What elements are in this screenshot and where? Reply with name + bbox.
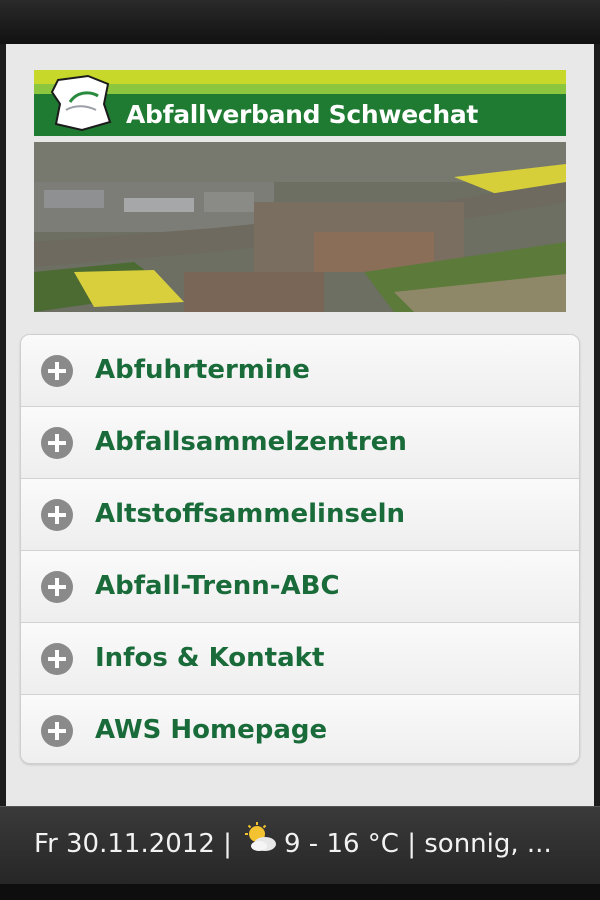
expand-plus-icon <box>41 715 73 747</box>
menu-item-label: Altstoffsammelinseln <box>95 499 405 529</box>
sun-cloud-icon <box>245 822 276 851</box>
expand-plus-icon <box>41 571 73 603</box>
menu-item-label: Infos & Kontakt <box>95 643 325 673</box>
menu-item-label: Abfallsammelzentren <box>95 427 407 457</box>
menu-item-abfall-trenn-abc[interactable]: Abfall-Trenn-ABC <box>21 551 579 623</box>
menu-item-label: Abfuhrtermine <box>95 355 310 385</box>
header-photo <box>34 142 566 312</box>
expand-plus-icon <box>41 427 73 459</box>
footer-separator: | <box>223 829 232 859</box>
status-bar <box>0 0 600 44</box>
expand-plus-icon <box>41 355 73 387</box>
weather-footer: Fr 30.11.2012 | 9 - 16 °C | sonnig, ... <box>0 806 600 885</box>
date-text: Fr 30.11.2012 <box>34 829 215 859</box>
page-content: Abfallverband Schwechat Abfuhrtermine Ab… <box>6 44 594 806</box>
header-banner: Abfallverband Schwechat <box>34 70 566 136</box>
main-menu: Abfuhrtermine Abfallsammelzentren Altsto… <box>20 334 580 764</box>
menu-item-label: Abfall-Trenn-ABC <box>95 571 340 601</box>
menu-item-abfuhrtermine[interactable]: Abfuhrtermine <box>21 335 579 407</box>
expand-plus-icon <box>41 643 73 675</box>
expand-plus-icon <box>41 499 73 531</box>
menu-item-abfallsammelzentren[interactable]: Abfallsammelzentren <box>21 407 579 479</box>
menu-item-altstoffsammelinseln[interactable]: Altstoffsammelinseln <box>21 479 579 551</box>
footer-date: Fr 30.11.2012 | <box>34 829 232 859</box>
logo-icon <box>50 74 112 132</box>
app-title: Abfallverband Schwechat <box>126 100 479 129</box>
menu-item-aws-homepage[interactable]: AWS Homepage <box>21 695 579 763</box>
menu-item-infos-kontakt[interactable]: Infos & Kontakt <box>21 623 579 695</box>
menu-item-label: AWS Homepage <box>95 715 328 745</box>
footer-temperature: 9 - 16 °C | sonnig, ... <box>284 829 552 859</box>
bottom-bar <box>0 884 600 900</box>
